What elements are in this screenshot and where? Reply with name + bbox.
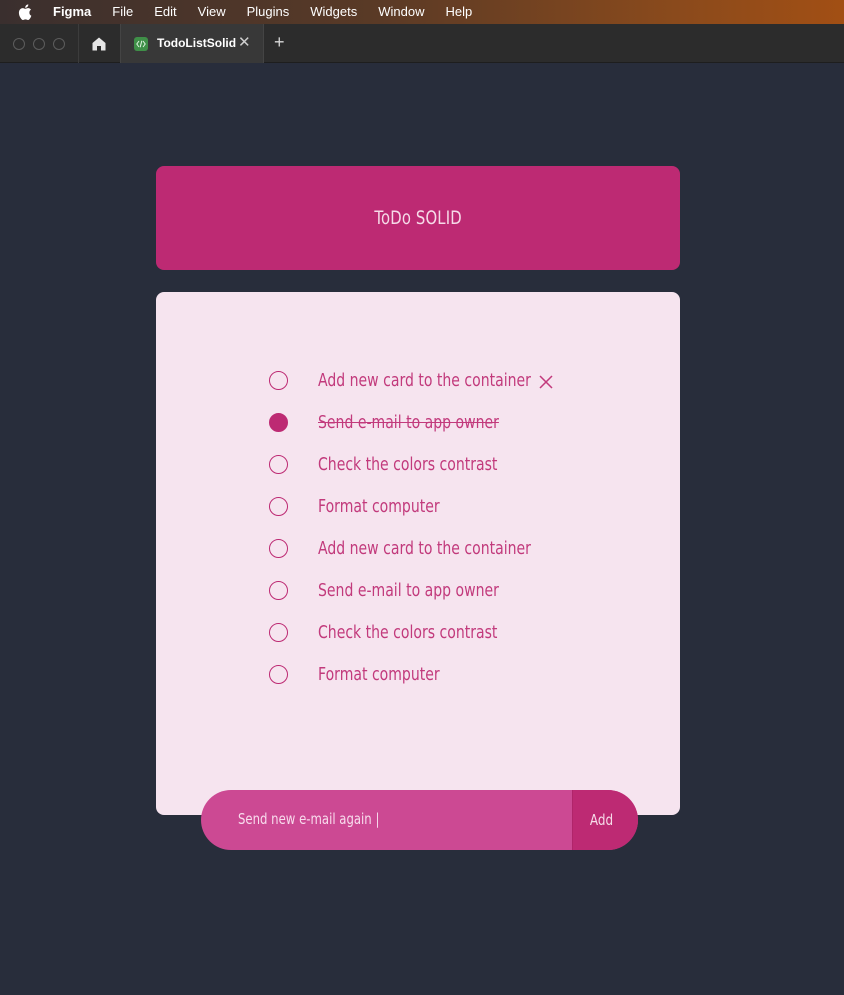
- todo-item[interactable]: Check the colors contrast: [269, 452, 569, 480]
- menu-file[interactable]: File: [112, 0, 133, 24]
- zoom-window-button[interactable]: [53, 38, 65, 50]
- todo-title: ToDo SOLID: [374, 207, 462, 229]
- tab-title: TodoListSolid: [157, 36, 237, 50]
- todo-item[interactable]: Send e-mail to app owner: [269, 578, 569, 606]
- todo-item[interactable]: Send e-mail to app owner: [269, 410, 569, 438]
- todo-checkbox[interactable]: [269, 371, 288, 390]
- todo-header: ToDo SOLID: [156, 166, 680, 270]
- tab-todolistsolid[interactable]: TodoListSolid ✕: [120, 24, 264, 63]
- todo-label: Format computer: [318, 496, 440, 517]
- widget-file-icon: [134, 37, 148, 51]
- home-icon[interactable]: [91, 36, 107, 52]
- todo-item[interactable]: Add new card to the container: [269, 536, 569, 564]
- add-button[interactable]: Add: [572, 790, 638, 850]
- todo-label: Add new card to the container: [318, 370, 531, 391]
- tab-bar: TodoListSolid ✕ +: [0, 24, 844, 63]
- minimize-window-button[interactable]: [33, 38, 45, 50]
- todo-item[interactable]: Format computer: [269, 494, 569, 522]
- apple-icon[interactable]: [18, 4, 32, 20]
- todo-checkbox[interactable]: [269, 497, 288, 516]
- menu-widgets[interactable]: Widgets: [310, 0, 357, 24]
- todo-checkbox[interactable]: [269, 623, 288, 642]
- todo-label: Send e-mail to app owner: [318, 412, 499, 433]
- window-controls: [13, 38, 65, 50]
- todo-checkbox-checked[interactable]: [269, 413, 288, 432]
- todo-checkbox[interactable]: [269, 581, 288, 600]
- new-todo-input[interactable]: Send new e-mail again |: [201, 790, 572, 850]
- new-todo-bar: Send new e-mail again | Add: [201, 790, 638, 850]
- todo-label: Check the colors contrast: [318, 454, 498, 475]
- menu-view[interactable]: View: [198, 0, 226, 24]
- todo-checkbox[interactable]: [269, 455, 288, 474]
- todo-label: Send e-mail to app owner: [318, 580, 499, 601]
- menu-bar: Figma File Edit View Plugins Widgets Win…: [0, 0, 844, 24]
- menu-edit[interactable]: Edit: [154, 0, 176, 24]
- new-todo-input-value: Send new e-mail again |: [238, 810, 380, 828]
- new-tab-button[interactable]: +: [274, 32, 285, 52]
- todo-item[interactable]: Format computer: [269, 662, 569, 690]
- todo-label: Format computer: [318, 664, 440, 685]
- menu-figma[interactable]: Figma: [53, 0, 91, 24]
- todo-list: Add new card to the container Send e-mai…: [156, 292, 680, 815]
- todo-label: Check the colors contrast: [318, 622, 498, 643]
- menu-plugins[interactable]: Plugins: [247, 0, 290, 24]
- tab-divider: [78, 24, 79, 63]
- todo-item[interactable]: Add new card to the container: [269, 368, 569, 396]
- todo-checkbox[interactable]: [269, 665, 288, 684]
- menu-help[interactable]: Help: [445, 0, 472, 24]
- todo-label: Add new card to the container: [318, 538, 531, 559]
- todo-item[interactable]: Check the colors contrast: [269, 620, 569, 648]
- add-button-label: Add: [589, 811, 614, 829]
- delete-todo-icon[interactable]: [538, 374, 554, 390]
- tab-close-icon[interactable]: ✕: [238, 35, 251, 51]
- todo-checkbox[interactable]: [269, 539, 288, 558]
- menu-window[interactable]: Window: [378, 0, 424, 24]
- close-window-button[interactable]: [13, 38, 25, 50]
